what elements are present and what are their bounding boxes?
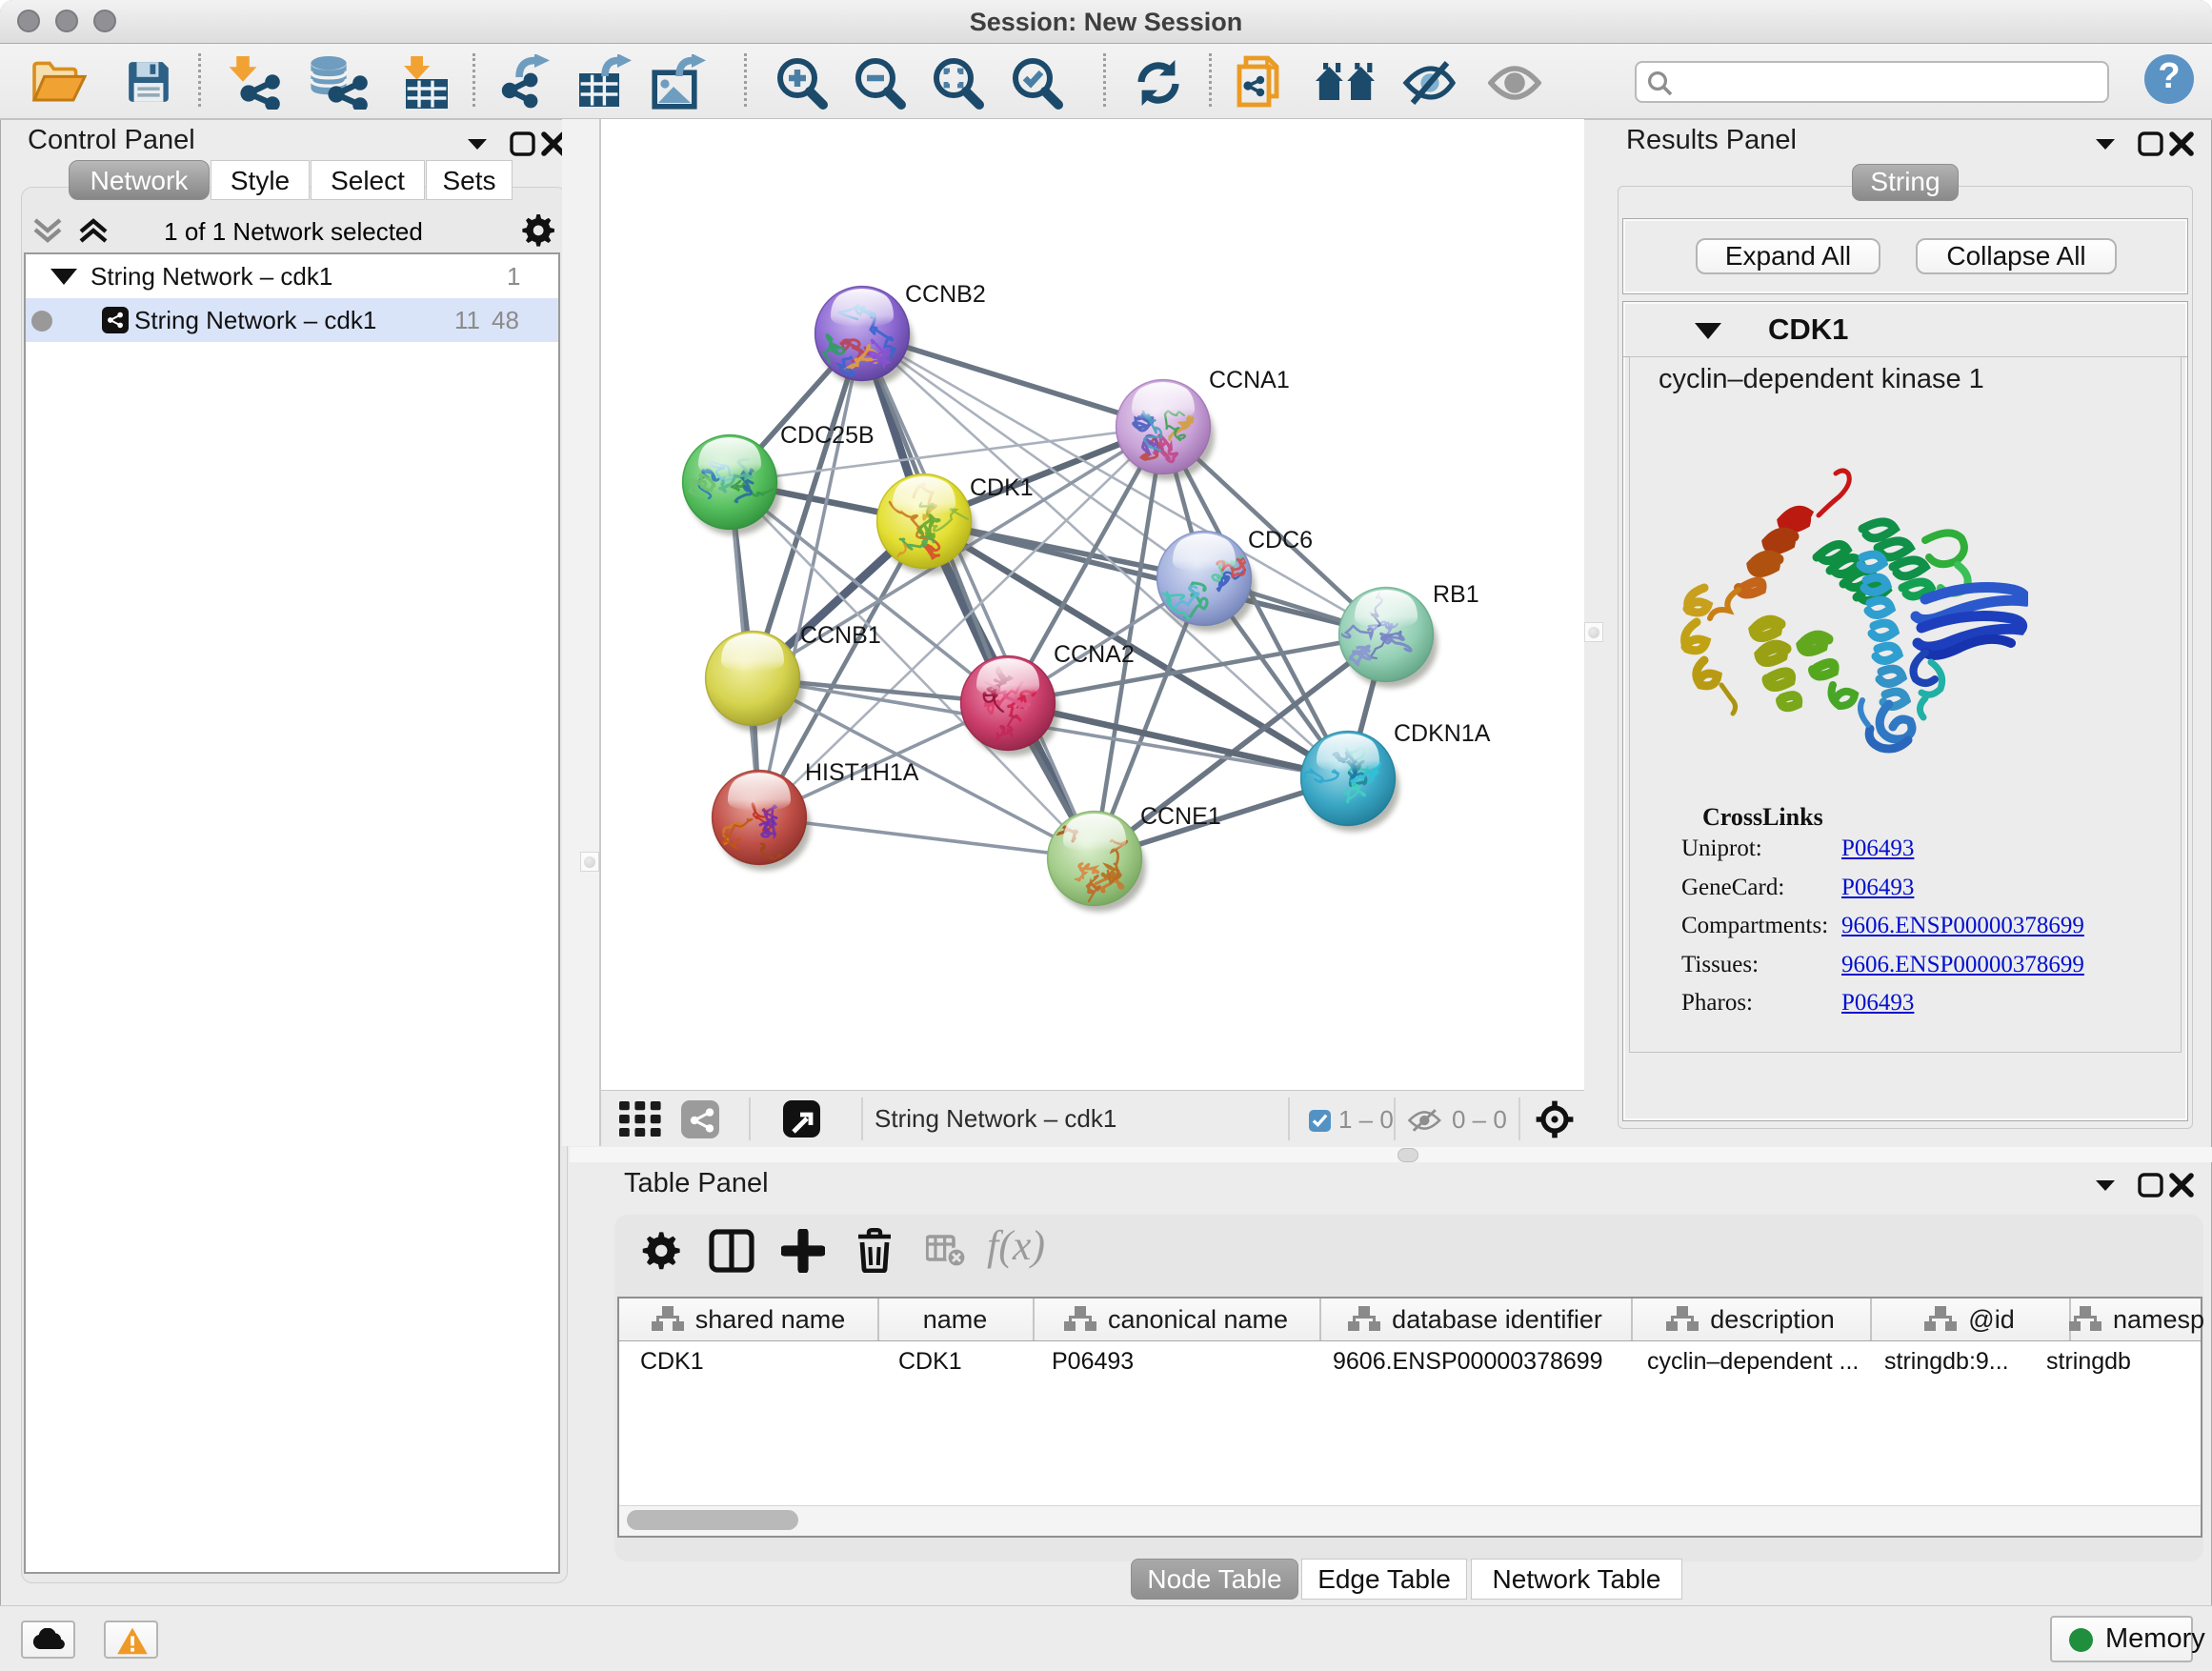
svg-text:CDC25B: CDC25B bbox=[780, 422, 875, 449]
svg-text:RB1: RB1 bbox=[1433, 581, 1479, 608]
svg-text:CDC6: CDC6 bbox=[1248, 527, 1313, 554]
svg-text:CCNA2: CCNA2 bbox=[1054, 641, 1135, 668]
svg-text:CCNB2: CCNB2 bbox=[905, 281, 986, 308]
svg-text:HIST1H1A: HIST1H1A bbox=[805, 759, 919, 786]
svg-text:CCNE1: CCNE1 bbox=[1140, 803, 1221, 830]
svg-text:CCNA1: CCNA1 bbox=[1209, 367, 1290, 393]
svg-text:CDKN1A: CDKN1A bbox=[1394, 720, 1491, 747]
svg-text:CDK1: CDK1 bbox=[970, 474, 1034, 501]
svg-text:CCNB1: CCNB1 bbox=[800, 622, 881, 649]
